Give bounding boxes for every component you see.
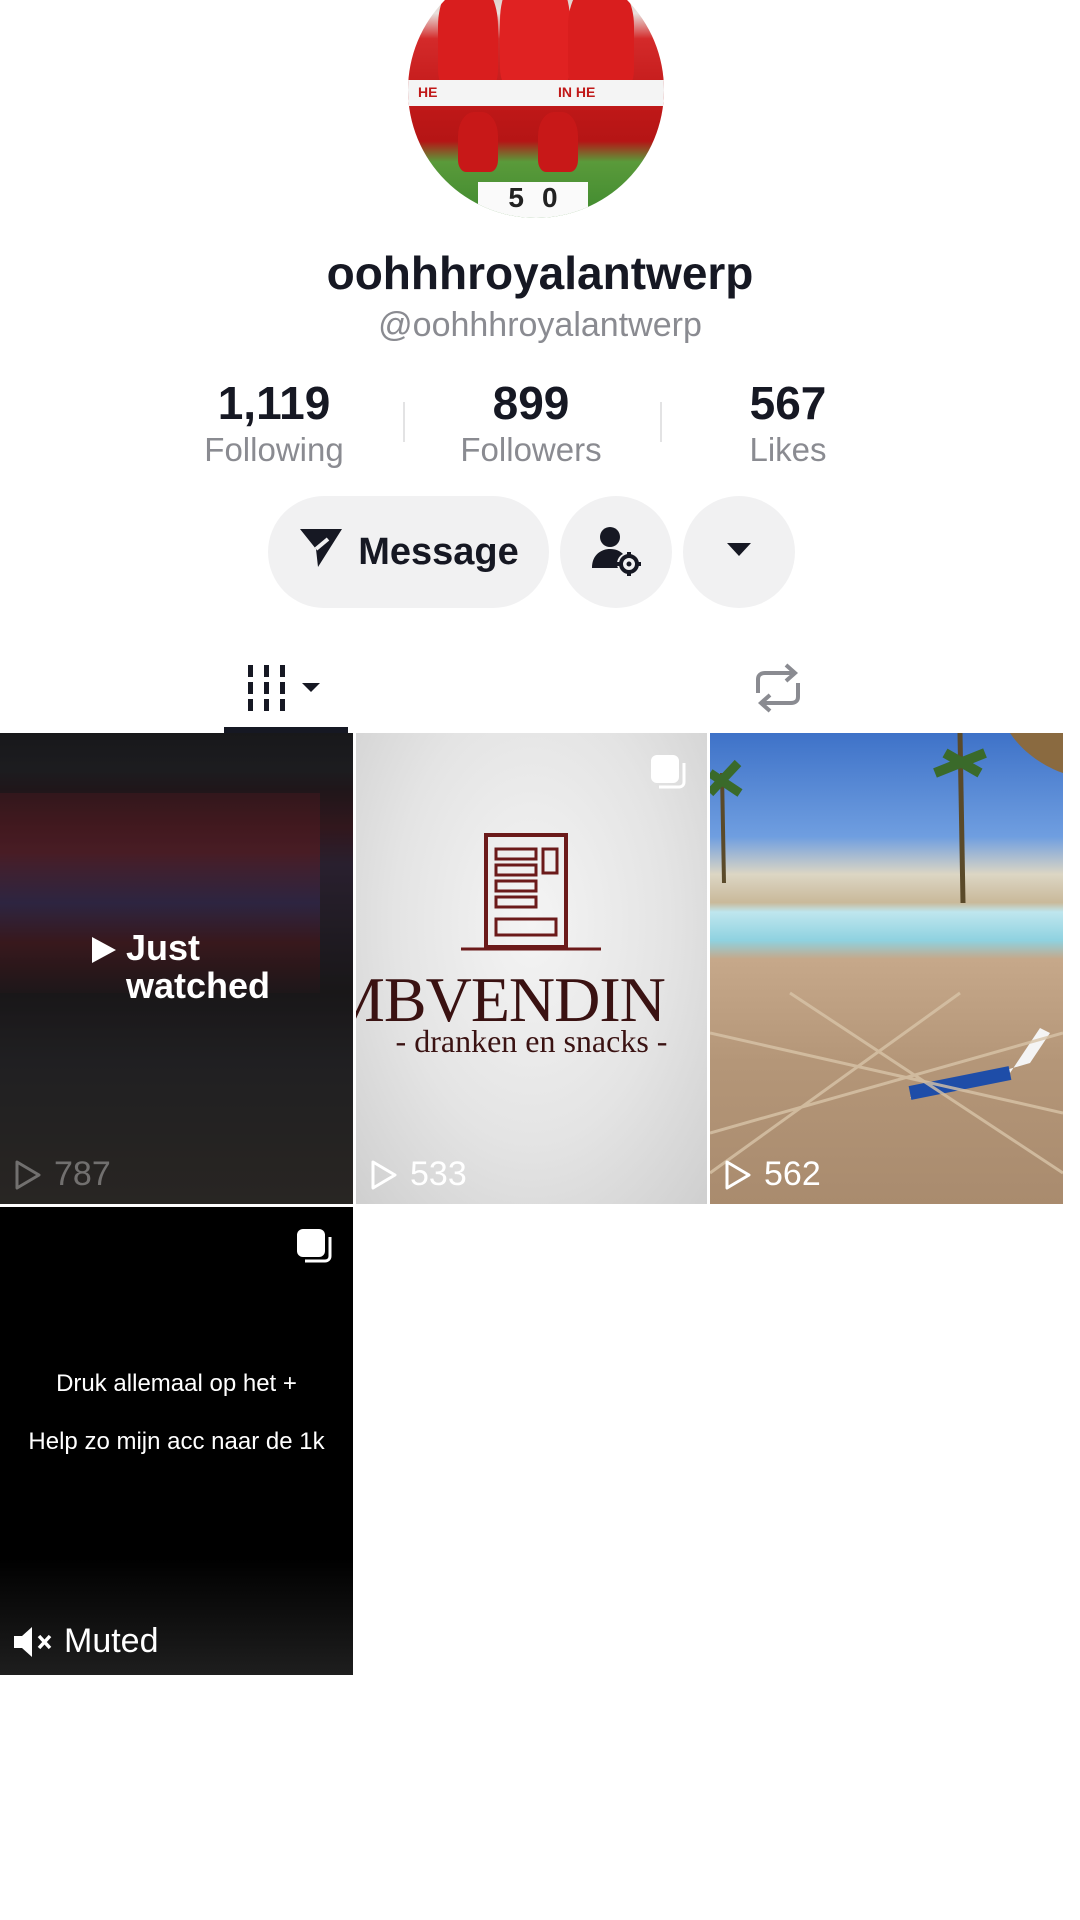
muted-label: Muted [64,1622,159,1660]
avatar-scoreboard: 5 0 [478,182,588,218]
caret-down-icon [727,542,751,562]
video-caption-line: Druk allemaal op het + [56,1370,297,1397]
just-watched-label: Just watched [126,927,271,1006]
video-caption-line: Help zo mijn acc naar de 1k [28,1428,325,1455]
tab-videos[interactable] [224,650,348,730]
video-tile[interactable]: Druk allemaal op het + Help zo mijn acc … [0,1207,353,1675]
view-count: 562 [724,1155,821,1194]
user-settings-icon [590,524,642,581]
play-outline-icon [725,1160,751,1189]
muted-speaker-icon [14,1626,52,1657]
stat-followers[interactable]: 899 Followers [411,376,651,470]
friend-settings-button[interactable] [560,496,672,608]
view-count: 787 [14,1155,111,1194]
profile-page: HE IN HE 5 0 oohhhroyalantwerp @oohhhroya… [0,0,1080,1920]
likes-label: Likes [749,431,827,468]
following-label: Following [204,431,344,468]
username-handle: @oohhhroyalantwerp [378,306,702,344]
play-outline-icon [371,1160,397,1189]
play-outline-icon [15,1160,41,1189]
photo-carousel-icon [295,1227,333,1270]
stat-divider [403,402,405,442]
more-suggestions-button[interactable] [683,496,795,608]
video-tile[interactable]: MBVENDIN - dranken en snacks - 533 [356,733,707,1204]
message-label: Message [358,530,519,573]
brand-subtitle: - dranken en snacks - [395,1023,668,1059]
video-tile[interactable]: Just watched 787 [0,733,353,1204]
send-icon [298,525,344,579]
message-button[interactable]: Message [268,496,549,608]
repost-icon [750,663,806,718]
followers-label: Followers [460,431,602,468]
display-name: oohhhroyalantwerp [326,247,754,299]
beach-pool-scene [710,733,1063,1175]
avatar[interactable]: HE IN HE 5 0 [408,0,664,218]
play-icon [92,937,116,963]
followers-count: 899 [492,377,570,429]
view-count: 533 [370,1155,467,1194]
vending-machine-icon [461,833,601,951]
just-watched-overlay: Just watched [90,929,290,1005]
stat-likes[interactable]: 567 Likes [668,376,908,470]
following-count: 1,119 [217,377,331,429]
likes-count: 567 [749,377,827,429]
grid-icon [246,663,326,718]
stat-following[interactable]: 1,119 Following [154,376,394,470]
photo-carousel-icon [649,753,687,796]
video-tile[interactable]: 562 [710,733,1063,1204]
muted-indicator[interactable]: Muted [12,1622,159,1661]
tab-reposts[interactable] [720,650,836,730]
stat-divider [660,402,662,442]
